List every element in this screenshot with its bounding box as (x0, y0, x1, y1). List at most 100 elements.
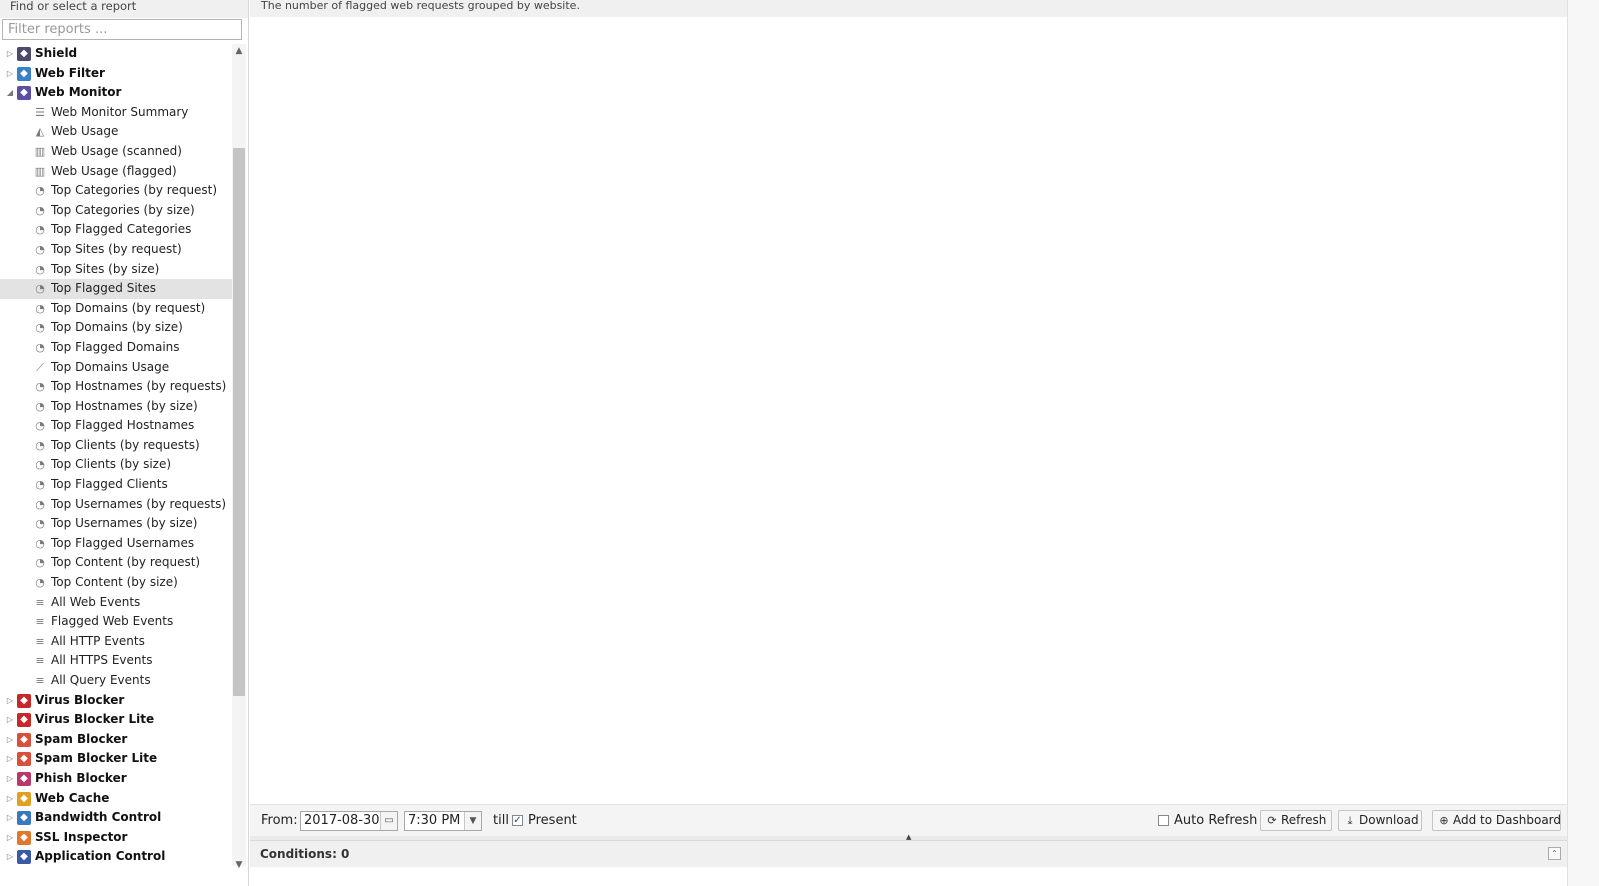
collapsed-triangle-icon[interactable]: ▷ (5, 769, 15, 789)
tree-report-item[interactable]: ▥ Web Usage (scanned) (0, 142, 232, 162)
tree-report-item[interactable]: ◔ Top Content (by request) (0, 553, 232, 573)
tree-report-label: Top Flagged Sites (51, 281, 156, 296)
tree-report-item[interactable]: ◔ Top Hostnames (by size) (0, 397, 232, 417)
pie-chart-icon: ◔ (35, 242, 45, 256)
collapsed-triangle-icon[interactable]: ▷ (5, 64, 15, 84)
tree-report-item[interactable]: ◔ Top Sites (by request) (0, 240, 232, 260)
tree-app-bandwidth-control[interactable]: ▷ ◆ Bandwidth Control (0, 808, 232, 828)
expand-icon[interactable]: ⌃ (1548, 847, 1561, 860)
tree-app-web-filter[interactable]: ▷ ◆ Web Filter (0, 64, 232, 84)
report-sidebar: Find or select a report ▷◆Shield▷◆Web Fi… (0, 0, 249, 886)
download-button-label: Download (1359, 813, 1419, 827)
tree-report-item[interactable]: ≡ All HTTP Events (0, 632, 232, 652)
collapsed-triangle-icon[interactable]: ▷ (5, 828, 15, 848)
collapsed-triangle-icon[interactable]: ▷ (5, 789, 15, 809)
tree-app-virus-blocker[interactable]: ▷ ◆ Virus Blocker (0, 691, 232, 711)
collapsed-triangle-icon[interactable]: ▷ (5, 44, 15, 64)
pie-chart-icon: ◔ (35, 536, 45, 550)
collapsed-triangle-icon[interactable]: ▷ (5, 749, 15, 769)
tree-report-item[interactable]: ≡ Flagged Web Events (0, 612, 232, 632)
report-tree: ▷ ◆ Shield ▷ ◆ Web Filter ◢ ◆ Web Monitor ☰ Web Mo… (0, 44, 232, 886)
main-panel: The number of flagged web requests group… (250, 0, 1567, 886)
time-value: 7:30 PM (408, 813, 461, 828)
scroll-thumb[interactable] (233, 148, 245, 696)
conditions-bar[interactable]: Conditions: 0 ⌃ (250, 840, 1567, 867)
ssl-inspector-icon: ◆ (17, 830, 31, 845)
pie-chart-icon: ◔ (35, 419, 45, 433)
tree-report-item[interactable]: ◔ Top Flagged Domains (0, 338, 232, 358)
spam-blocker-lite-icon: ◆ (17, 752, 31, 767)
tree-report-label: Top Flagged Categories (51, 222, 192, 237)
tree-report-item[interactable]: ◔ Top Flagged Sites (0, 279, 232, 299)
tree-report-item[interactable]: ◔ Top Hostnames (by requests) (0, 377, 232, 397)
tree-report-item[interactable]: ◭ Web Usage (0, 122, 232, 142)
add-circle-icon: ⊕ (1439, 814, 1449, 827)
tree-report-item[interactable]: ⟋ Top Domains Usage (0, 358, 232, 378)
tree-report-item[interactable]: ◔ Top Flagged Hostnames (0, 416, 232, 436)
tree-report-item[interactable]: ≡ All Query Events (0, 671, 232, 691)
tree-report-item[interactable]: ◔ Top Categories (by size) (0, 201, 232, 221)
tree-report-item[interactable]: ◔ Top Clients (by size) (0, 455, 232, 475)
tree-report-item[interactable]: ◔ Top Usernames (by size) (0, 514, 232, 534)
tree-app-label: Application Control (35, 849, 166, 864)
spam-blocker-icon: ◆ (17, 732, 31, 747)
pie-chart-icon: ◔ (35, 438, 45, 452)
collapsed-triangle-icon[interactable]: ▷ (5, 847, 15, 867)
chevron-down-icon[interactable]: ▼ (464, 812, 481, 830)
scroll-down-icon[interactable]: ▼ (232, 858, 246, 872)
tree-app-phish-blocker[interactable]: ▷ ◆ Phish Blocker (0, 769, 232, 789)
present-checkbox[interactable]: ✓ (512, 815, 523, 826)
tree-app-spam-blocker[interactable]: ▷ ◆ Spam Blocker (0, 730, 232, 750)
tree-report-item[interactable]: ◔ Top Content (by size) (0, 573, 232, 593)
refresh-button[interactable]: ⟳ Refresh (1260, 810, 1332, 831)
tree-report-item[interactable]: ☰ Web Monitor Summary (0, 103, 232, 123)
tree-report-item[interactable]: ◔ Top Clients (by requests) (0, 436, 232, 456)
tree-app-application-control[interactable]: ▷ ◆ Application Control (0, 847, 232, 867)
from-time-field[interactable]: 7:30 PM ▼ (404, 811, 482, 831)
download-button[interactable]: ⤓ Download (1338, 810, 1422, 831)
tree-report-item[interactable]: ◔ Top Domains (by size) (0, 318, 232, 338)
pie-chart-icon: ◔ (35, 301, 45, 315)
tree-app-web-monitor[interactable]: ◢ ◆ Web Monitor (0, 83, 232, 103)
add-to-dashboard-button[interactable]: ⊕ Add to Dashboard (1432, 810, 1561, 831)
web-monitor-icon: ◆ (17, 86, 31, 101)
tree-report-label: Top Hostnames (by requests) (51, 379, 227, 394)
tree-app-virus-blocker-lite[interactable]: ▷ ◆ Virus Blocker Lite (0, 710, 232, 730)
tree-report-item[interactable]: ◔ Top Domains (by request) (0, 299, 232, 319)
collapsed-triangle-icon[interactable]: ▷ (5, 730, 15, 750)
tree-report-label: Top Flagged Usernames (51, 535, 195, 550)
auto-refresh-checkbox[interactable] (1158, 815, 1169, 826)
tree-report-item[interactable]: ◔ Top Flagged Usernames (0, 534, 232, 554)
tree-report-item[interactable]: ◔ Top Sites (by size) (0, 260, 232, 280)
tree-report-label: Top Content (by request) (51, 555, 201, 570)
scroll-up-icon[interactable]: ▲ (232, 44, 246, 58)
collapsed-triangle-icon[interactable]: ▷ (5, 710, 15, 730)
report-content-area (250, 17, 1567, 804)
collapsed-triangle-icon[interactable]: ▷ (5, 691, 15, 711)
tree-app-ssl-inspector[interactable]: ▷ ◆ SSL Inspector (0, 828, 232, 848)
sidebar-scrollbar[interactable]: ▲ ▼ (232, 44, 246, 870)
from-date-field[interactable]: 2017-08-30 ▭ (300, 811, 398, 831)
tree-report-label: Top Sites (by size) (51, 261, 160, 276)
conditions-label: Conditions: 0 (260, 847, 350, 861)
tree-report-item[interactable]: ≡ All HTTPS Events (0, 651, 232, 671)
tree-app-web-cache[interactable]: ▷ ◆ Web Cache (0, 789, 232, 809)
calendar-icon[interactable]: ▭ (380, 812, 397, 830)
tree-report-label: Top Clients (by requests) (51, 437, 200, 452)
filter-reports-input[interactable] (2, 19, 242, 40)
tree-report-label: All HTTPS Events (51, 653, 153, 668)
report-description: The number of flagged web requests group… (250, 0, 1567, 17)
tree-report-label: Top Clients (by size) (51, 457, 172, 472)
tree-report-item[interactable]: ◔ Top Flagged Categories (0, 220, 232, 240)
tree-report-item[interactable]: ◔ Top Usernames (by requests) (0, 495, 232, 515)
tree-app-label: Phish Blocker (35, 770, 127, 785)
tree-report-item[interactable]: ▥ Web Usage (flagged) (0, 162, 232, 182)
tree-report-item[interactable]: ◔ Top Categories (by request) (0, 181, 232, 201)
tree-report-item[interactable]: ≡ All Web Events (0, 593, 232, 613)
tree-app-shield[interactable]: ▷ ◆ Shield (0, 44, 232, 64)
tree-report-item[interactable]: ◔ Top Flagged Clients (0, 475, 232, 495)
tree-app-spam-blocker-lite[interactable]: ▷ ◆ Spam Blocker Lite (0, 749, 232, 769)
collapsed-triangle-icon[interactable]: ▷ (5, 808, 15, 828)
tree-report-label: Top Categories (by request) (51, 183, 218, 198)
expanded-triangle-icon[interactable]: ◢ (5, 83, 15, 103)
